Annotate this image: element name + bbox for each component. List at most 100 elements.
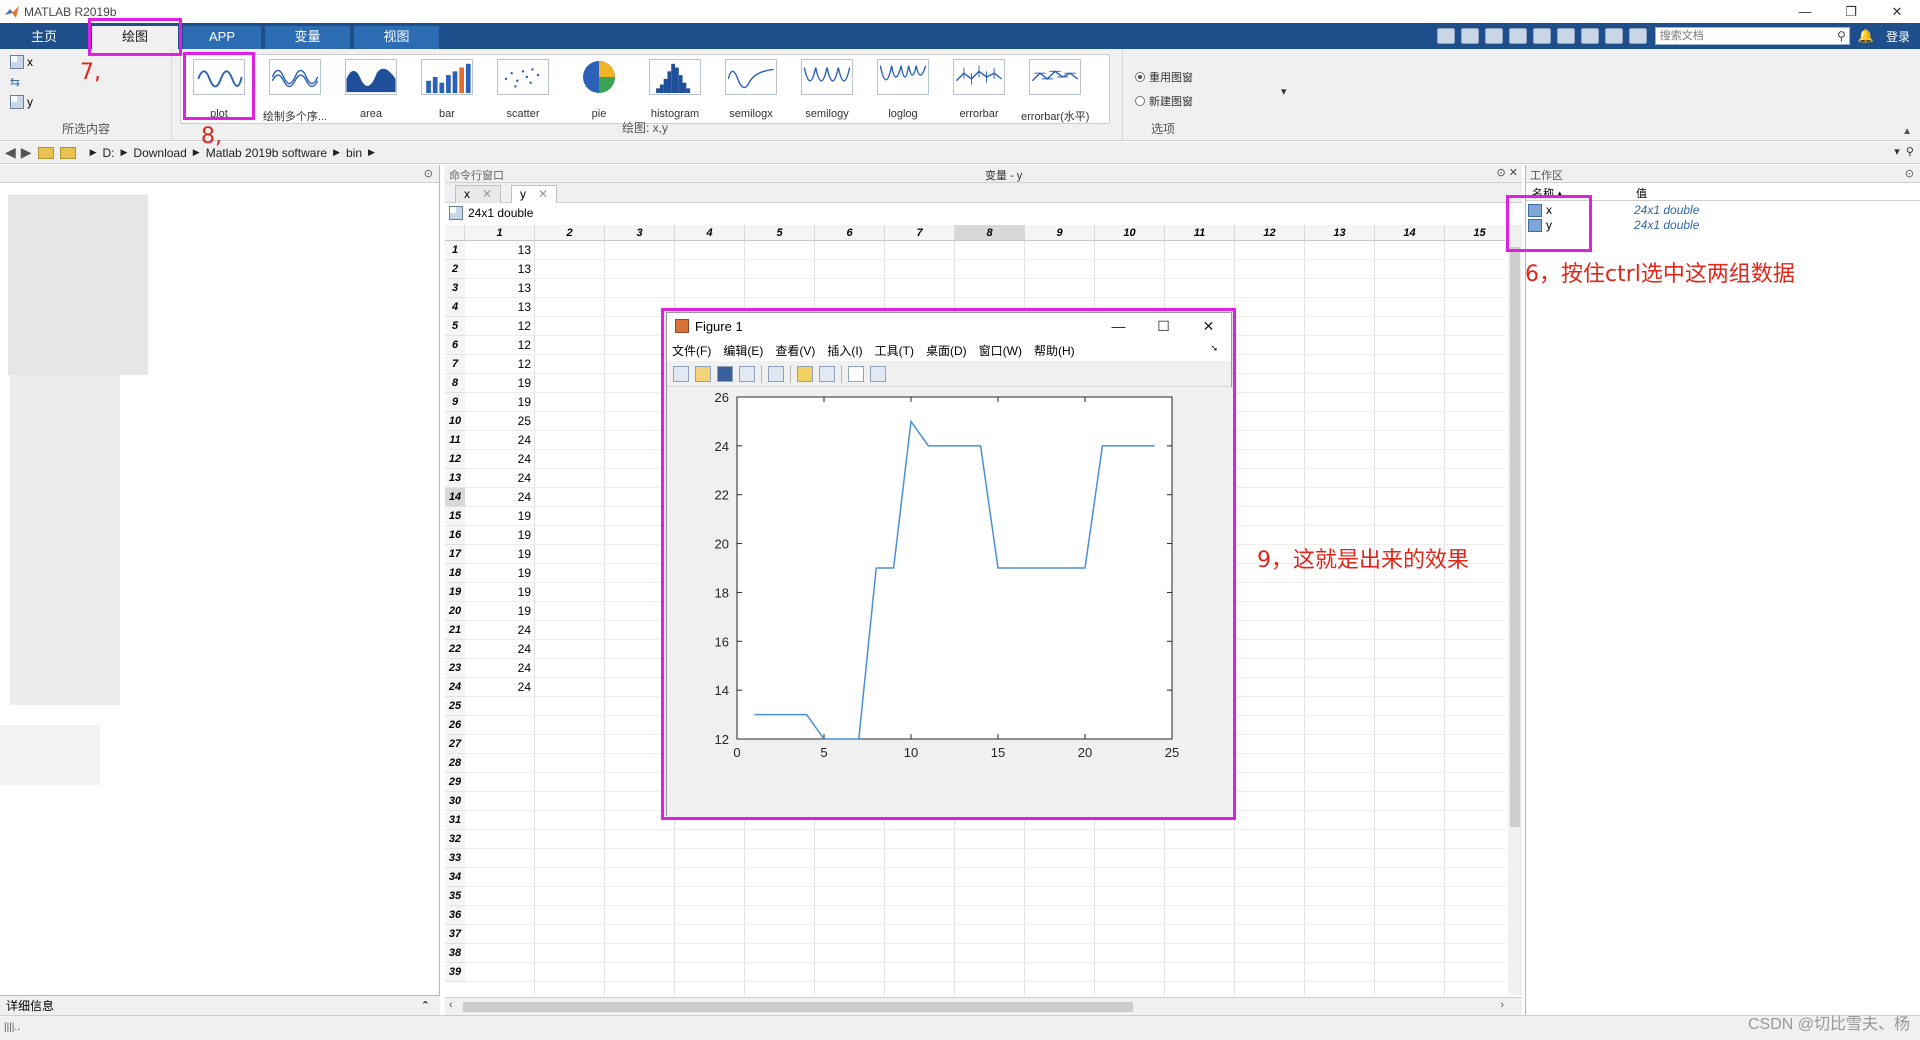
row-header[interactable]: 16 [445,526,465,545]
address-dropdown-icon[interactable]: ▾ ⚲ [1894,145,1914,158]
grid-cell[interactable]: 19 [465,526,535,545]
row-header[interactable]: 18 [445,564,465,583]
row-header[interactable]: 22 [445,640,465,659]
column-header[interactable]: 11 [1165,225,1235,241]
column-header[interactable]: 14 [1375,225,1445,241]
grid-cell[interactable]: 13 [465,298,535,317]
row-header[interactable]: 21 [445,621,465,640]
gallery-item-loglog[interactable]: loglog [869,59,937,121]
row-header[interactable]: 20 [445,602,465,621]
tab-apps[interactable]: APP [183,26,261,49]
row-header[interactable]: 38 [445,944,465,963]
row-header[interactable]: 37 [445,925,465,944]
scrollbar-thumb[interactable] [463,1002,1133,1012]
reuse-figure-radio[interactable]: 重用图窗 [1135,69,1193,85]
login-link[interactable]: 登录 [1886,28,1910,45]
grid-cell[interactable]: 12 [465,336,535,355]
var-tab-y[interactable]: y ✕ [511,185,558,203]
workspace-col-value[interactable]: 值 [1636,185,1647,201]
grid-cell[interactable]: 24 [465,678,535,697]
horizontal-scrollbar[interactable]: ‹ › [445,997,1522,1015]
gallery-item-semilogy[interactable]: semilogy [793,59,861,121]
row-header[interactable]: 24 [445,678,465,697]
column-header[interactable]: 9 [1025,225,1095,241]
grid-cell[interactable]: 19 [465,507,535,526]
row-header[interactable]: 26 [445,716,465,735]
gallery-expand-icon[interactable]: ▾ [1281,85,1287,98]
breadcrumb-download[interactable]: Download [133,146,186,160]
switch-windows-icon[interactable] [1580,28,1599,44]
gallery-item-histogram[interactable]: histogram [641,59,709,121]
row-header[interactable]: 32 [445,830,465,849]
row-header[interactable]: 19 [445,583,465,602]
grid-cell[interactable]: 19 [465,602,535,621]
grid-cell[interactable]: 12 [465,317,535,336]
column-header[interactable]: 5 [745,225,815,241]
column-header[interactable]: 6 [815,225,885,241]
back-arrow-icon[interactable]: ◀ [5,144,16,161]
row-header[interactable]: 7 [445,355,465,374]
close-tab-icon[interactable]: ✕ [482,187,492,201]
close-button[interactable]: ✕ [1874,0,1920,23]
column-header[interactable]: 4 [675,225,745,241]
panel-actions-icon[interactable]: ⊙ [424,167,433,180]
grid-cell[interactable]: 19 [465,583,535,602]
column-header[interactable]: 3 [605,225,675,241]
selected-var-x[interactable]: x [10,55,33,69]
row-header[interactable]: 36 [445,906,465,925]
row-header[interactable]: 10 [445,412,465,431]
tab-home[interactable]: 主页 [4,26,84,49]
gallery-item-bar[interactable]: bar [413,59,481,121]
scroll-left-icon[interactable]: ‹ [449,999,453,1011]
grid-cell[interactable]: 24 [465,431,535,450]
row-header[interactable]: 1 [445,241,465,260]
command-window-label[interactable]: 命令行窗口 [449,167,504,183]
row-header[interactable]: 11 [445,431,465,450]
gallery-item-errorbar[interactable]: errorbar [945,59,1013,121]
gallery-item-stacked[interactable]: 绘制多个序... [261,59,329,123]
grid-cell[interactable]: 25 [465,412,535,431]
grid-cell[interactable]: 19 [465,545,535,564]
grid-cell[interactable]: 24 [465,621,535,640]
forward-arrow-icon[interactable]: ▶ [21,144,32,161]
grid-cell[interactable]: 24 [465,659,535,678]
row-header[interactable]: 25 [445,697,465,716]
row-header[interactable]: 14 [445,488,465,507]
grid-cell[interactable]: 12 [465,355,535,374]
row-header[interactable]: 2 [445,260,465,279]
undo-icon[interactable] [1532,28,1551,44]
grid-cell[interactable]: 19 [465,393,535,412]
tab-view[interactable]: 视图 [354,26,439,49]
tab-variable[interactable]: 变量 [265,26,350,49]
grid-cell[interactable]: 19 [465,374,535,393]
scrollbar-thumb[interactable] [1510,247,1520,827]
row-header[interactable]: 34 [445,868,465,887]
row-header[interactable]: 28 [445,754,465,773]
row-header[interactable]: 6 [445,336,465,355]
row-header[interactable]: 9 [445,393,465,412]
row-header[interactable]: 4 [445,298,465,317]
column-header[interactable]: 13 [1305,225,1375,241]
column-header[interactable]: 10 [1095,225,1165,241]
details-panel[interactable]: 详细信息 ⌃ [0,995,440,1015]
grid-cell[interactable]: 24 [465,640,535,659]
row-header[interactable]: 8 [445,374,465,393]
vertical-scrollbar[interactable] [1508,225,1522,995]
search-documentation-input[interactable]: 搜索文档 ⚲ [1654,27,1850,45]
row-header[interactable]: 3 [445,279,465,298]
scroll-right-icon[interactable]: › [1500,999,1504,1011]
save-icon[interactable] [1436,28,1455,44]
up-folder-icon[interactable] [37,146,54,159]
panel-actions-icon[interactable]: ⊙ [1905,167,1914,180]
breadcrumb-matlab[interactable]: Matlab 2019b software [206,146,327,160]
community-icon[interactable] [1628,28,1647,44]
row-header[interactable]: 12 [445,450,465,469]
row-header[interactable]: 39 [445,963,465,982]
gallery-item-area[interactable]: area [337,59,405,121]
gallery-item-semilogx[interactable]: semilogx [717,59,785,121]
expand-up-icon[interactable]: ⌃ [421,996,430,1016]
var-tab-x[interactable]: x ✕ [455,185,502,203]
column-header[interactable]: 12 [1235,225,1305,241]
breadcrumb-drive[interactable]: D: [102,146,114,160]
row-header[interactable]: 17 [445,545,465,564]
